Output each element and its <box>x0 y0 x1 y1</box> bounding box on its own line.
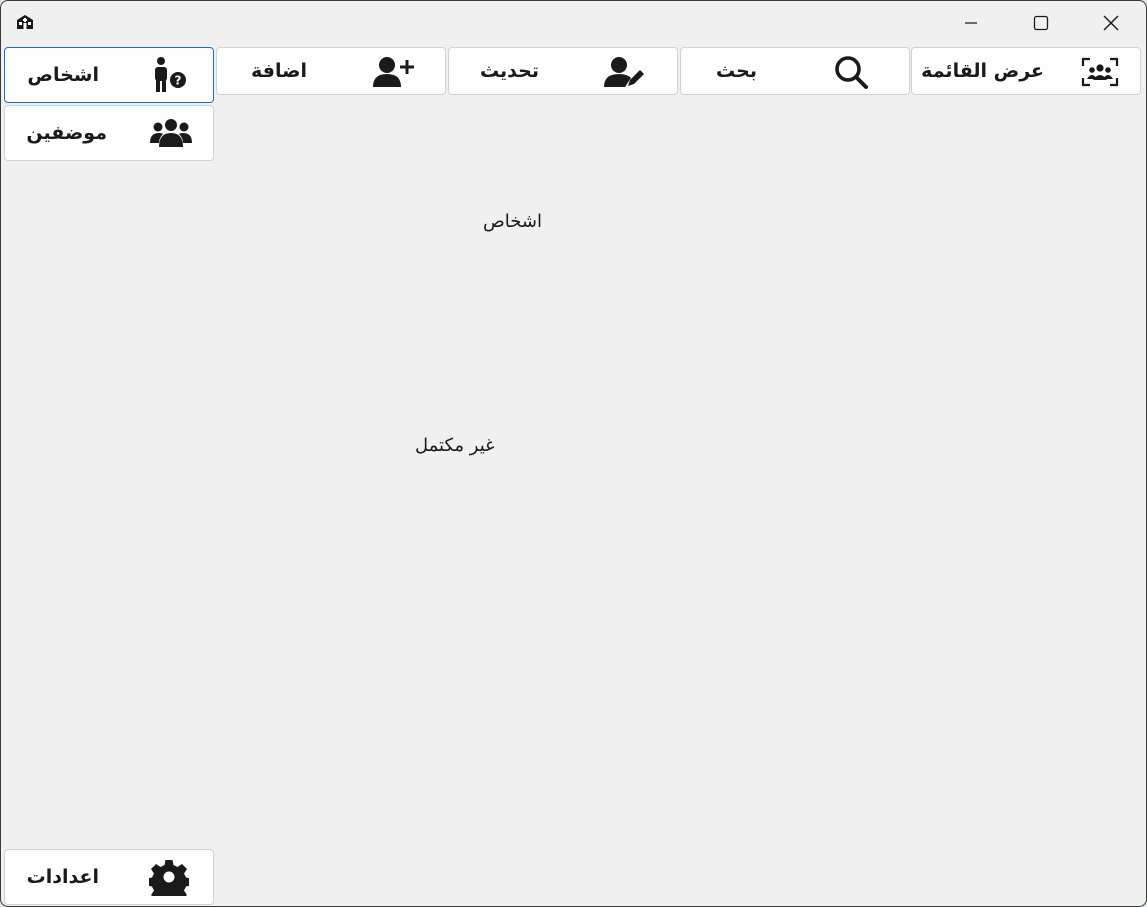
status-text: غير مكتمل <box>415 435 495 456</box>
sidebar-item-label: اعدادات <box>26 866 99 888</box>
sidebar-item-employees[interactable]: موضفين <box>4 105 214 161</box>
toolbar-add-button[interactable]: اضافة <box>216 47 446 95</box>
sidebar-item-persons[interactable]: اشخاص ? <box>4 47 214 103</box>
sidebar-item-label: اشخاص <box>27 64 99 86</box>
toolbar-add-label: اضافة <box>251 60 307 82</box>
users-list-icon <box>1080 56 1120 88</box>
maximize-button[interactable] <box>1006 1 1076 45</box>
user-plus-icon <box>371 55 415 89</box>
close-icon <box>1103 15 1119 31</box>
search-icon <box>831 54 871 90</box>
maximize-icon <box>1033 15 1049 31</box>
minimize-button[interactable] <box>936 1 1006 45</box>
gear-icon <box>149 858 189 896</box>
minimize-icon <box>965 22 977 24</box>
toolbar-search-button[interactable]: بحث <box>680 47 910 95</box>
toolbar-search-label: بحث <box>716 60 757 82</box>
sidebar-item-label: موضفين <box>26 122 107 144</box>
page-title: اشخاص <box>483 211 542 232</box>
close-button[interactable] <box>1076 1 1146 45</box>
svg-text:?: ? <box>175 74 182 88</box>
person-question-icon: ? <box>145 56 189 94</box>
title-bar[interactable] <box>1 1 1146 45</box>
app-window: عرض القائمة بحث تحديث اضافة اشخاص ? موضف… <box>0 0 1147 907</box>
app-logo-icon <box>17 15 33 29</box>
toolbar-update-button[interactable]: تحديث <box>448 47 678 95</box>
toolbar-update-label: تحديث <box>479 60 539 82</box>
toolbar-show-list-button[interactable]: عرض القائمة <box>911 47 1141 95</box>
users-group-icon <box>149 115 193 151</box>
toolbar-show-list-label: عرض القائمة <box>921 60 1044 82</box>
user-edit-icon <box>601 55 645 89</box>
sidebar-item-settings[interactable]: اعدادات <box>4 849 214 905</box>
